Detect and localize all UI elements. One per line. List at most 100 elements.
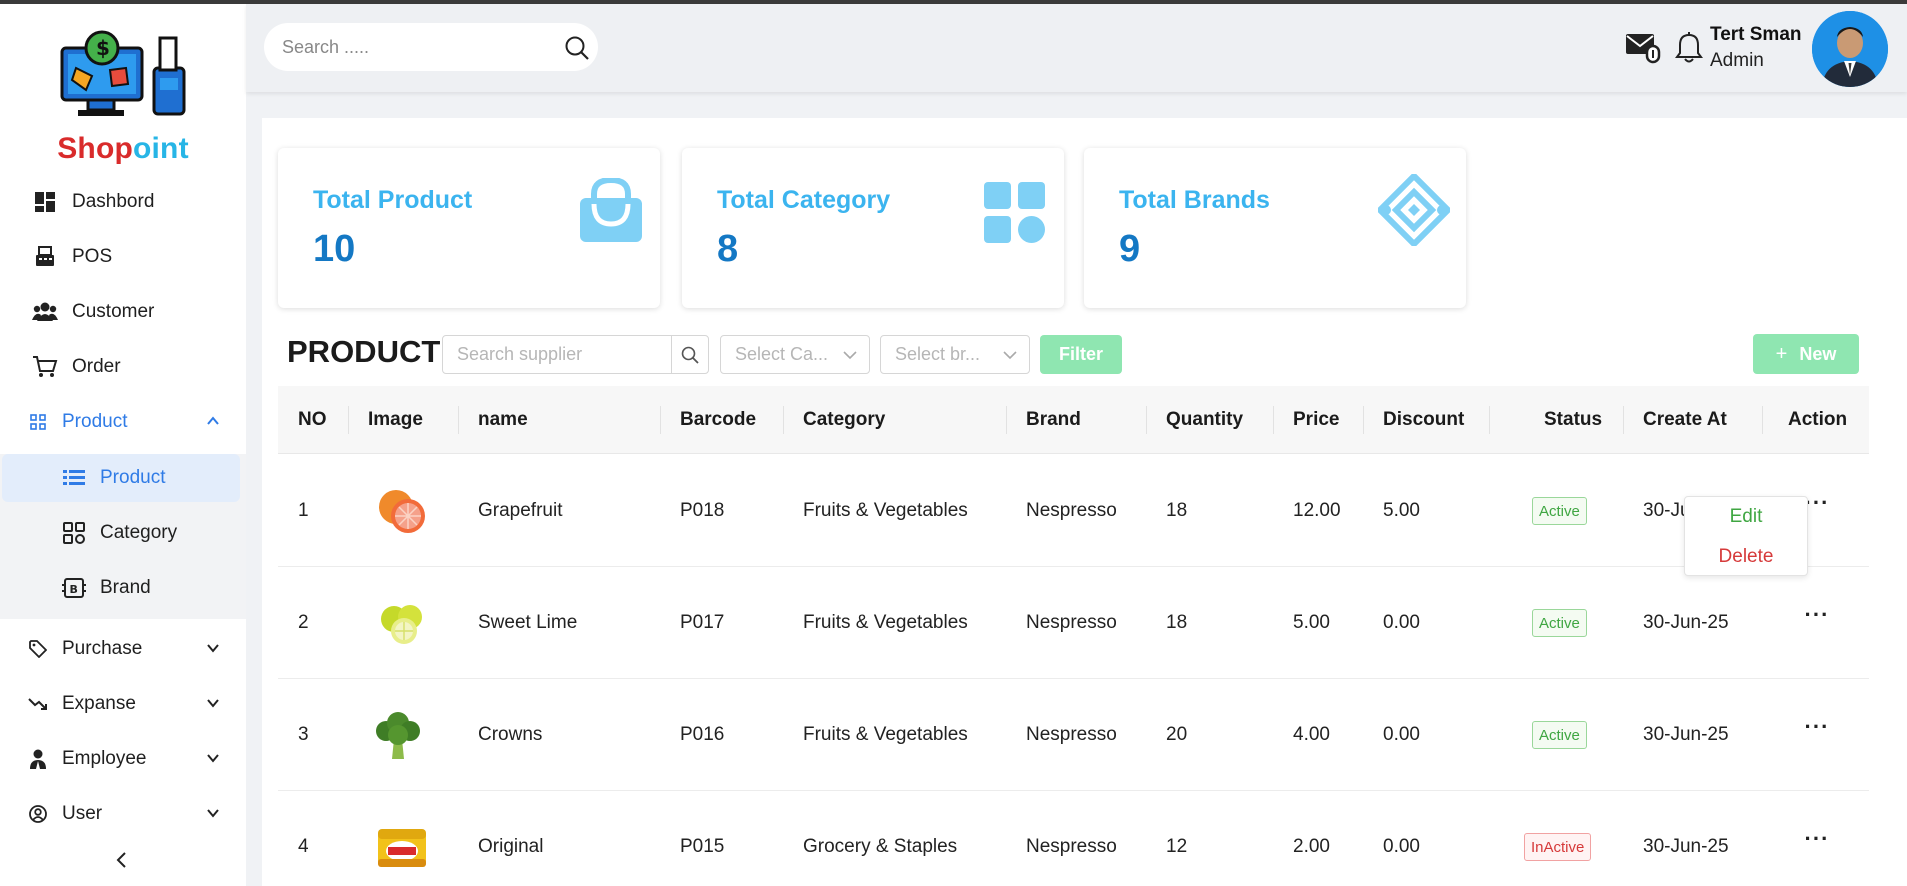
submenu-item-category[interactable]: Category: [2, 509, 240, 557]
column-header: Quantity: [1166, 409, 1244, 430]
chevron-down-icon: [207, 754, 219, 763]
cell-category: Grocery & Staples: [803, 836, 958, 857]
new-button-label: New: [1799, 343, 1837, 364]
packaged-food-image: [378, 829, 426, 867]
stat-card-total-brands: Total Brands 9: [1084, 148, 1466, 308]
stat-card-total-product: Total Product 10: [278, 148, 660, 308]
category-select-placeholder: Select Ca...: [735, 344, 829, 364]
cell-brand: Nespresso: [1026, 612, 1117, 633]
category-grid-icon: [984, 182, 1045, 243]
chevron-down-icon: [207, 644, 219, 653]
stat-card-total-category: Total Category 8: [682, 148, 1064, 308]
column-divider: [1762, 406, 1763, 434]
cell-barcode: P017: [680, 612, 725, 633]
brand-select-placeholder: Select br...: [895, 344, 981, 364]
avatar-photo-icon: [1812, 11, 1888, 87]
stat-title: Total Brands: [1119, 186, 1270, 214]
row-action-menu: Edit Delete: [1684, 496, 1808, 576]
stat-value: 10: [313, 228, 356, 270]
cell-created-at: 30-Jun-25: [1643, 836, 1729, 857]
filter-button[interactable]: Filter: [1040, 335, 1122, 374]
cell-name: Sweet Lime: [478, 612, 578, 633]
stat-value: 8: [717, 228, 739, 270]
brands-diamond-icon: [1378, 174, 1450, 246]
user-role: Admin: [1710, 50, 1764, 71]
user-circle-icon: [28, 801, 48, 827]
sidebar-item-employee[interactable]: Employee: [0, 737, 246, 781]
cell-barcode: P016: [680, 724, 725, 745]
cell-quantity: 20: [1166, 724, 1188, 745]
sidebar-item-order[interactable]: Order: [0, 345, 246, 389]
table-header: NO Image name Barcode Category Brand Qua…: [278, 386, 1869, 454]
new-product-button[interactable]: + New: [1753, 334, 1859, 374]
dashboard-icon: [32, 189, 58, 215]
delete-menu-item[interactable]: Delete: [1685, 537, 1807, 577]
page-title: PRODUCT: [287, 334, 441, 369]
edit-menu-item[interactable]: Edit: [1685, 497, 1807, 537]
category-select[interactable]: Select Ca...: [720, 335, 870, 374]
top-header: Tert Sman Admin: [246, 4, 1907, 92]
column-divider: [1273, 406, 1274, 434]
sidebar: $ Shopoint Dashbord POS Customer Order P…: [0, 4, 246, 886]
cell-discount: 0.00: [1383, 836, 1420, 857]
column-header: name: [478, 409, 528, 430]
svg-text:B: B: [70, 583, 78, 596]
status-badge: InActive: [1524, 833, 1592, 861]
row-actions-button[interactable]: ···: [1803, 826, 1831, 851]
table-row: 1 Grapefruit P018 Fruits & Vegetables Ne…: [278, 455, 1869, 567]
sidebar-item-product[interactable]: Product: [0, 400, 246, 444]
submenu-item-label: Brand: [100, 577, 151, 598]
supplier-search-input[interactable]: [443, 336, 671, 373]
cell-brand: Nespresso: [1026, 500, 1117, 521]
sidebar-item-label: Dashbord: [72, 191, 155, 212]
cell-quantity: 18: [1166, 612, 1188, 633]
bell-icon[interactable]: [1675, 32, 1703, 64]
sidebar-item-label: POS: [72, 246, 113, 267]
brand-icon: B: [62, 576, 86, 600]
collapse-sidebar-button[interactable]: [112, 850, 132, 870]
column-divider: [783, 406, 784, 434]
user-name: Tert Sman: [1710, 24, 1802, 45]
column-header: NO: [298, 409, 327, 430]
chevron-down-icon: [1003, 351, 1017, 360]
sidebar-item-expanse[interactable]: Expanse: [0, 682, 246, 726]
submenu-item-product[interactable]: Product: [2, 454, 240, 502]
broccoli-image: [376, 712, 420, 759]
column-header: Create At: [1643, 409, 1727, 430]
cell-no: 1: [298, 500, 309, 521]
sidebar-item-label: Expanse: [62, 693, 136, 714]
sidebar-item-purchase[interactable]: Purchase: [0, 627, 246, 671]
supplier-search-button[interactable]: [671, 336, 708, 373]
brand-select[interactable]: Select br...: [880, 335, 1030, 374]
cell-brand: Nespresso: [1026, 724, 1117, 745]
submenu-item-brand[interactable]: B Brand: [2, 564, 240, 612]
cell-no: 3: [298, 724, 309, 745]
sidebar-item-user[interactable]: User: [0, 792, 246, 836]
column-divider: [1489, 406, 1490, 434]
search-input[interactable]: [282, 36, 552, 58]
sidebar-item-dashboard[interactable]: Dashbord: [0, 180, 246, 224]
submenu-item-label: Product: [100, 467, 166, 488]
table-row: 2 Sweet Lime P017 Fruits & Vegetables Ne…: [278, 567, 1869, 679]
sidebar-item-label: Employee: [62, 748, 147, 769]
sidebar-item-label: Order: [72, 356, 121, 377]
submenu-item-label: Category: [100, 522, 178, 543]
search-icon[interactable]: [564, 35, 590, 61]
table-row: 3 Crowns P016 Fruits & Vegetables Nespre…: [278, 679, 1869, 791]
employee-icon: [28, 746, 48, 772]
column-header: Price: [1293, 409, 1340, 430]
chevron-down-icon: [207, 809, 219, 818]
column-header: Barcode: [680, 409, 757, 430]
avatar[interactable]: [1812, 11, 1888, 87]
table-row: 4 Original P015 Grocery & Staples Nespre…: [278, 791, 1869, 886]
sidebar-item-customer[interactable]: Customer: [0, 290, 246, 334]
column-header: Category: [803, 409, 886, 430]
cell-barcode: P018: [680, 500, 725, 521]
plus-icon: +: [1775, 342, 1788, 365]
sidebar-item-pos[interactable]: POS: [0, 235, 246, 279]
row-actions-button[interactable]: ···: [1803, 602, 1831, 627]
row-actions-button[interactable]: ···: [1803, 714, 1831, 739]
cell-name: Grapefruit: [478, 500, 563, 521]
column-divider: [660, 406, 661, 434]
mail-icon[interactable]: [1625, 30, 1661, 64]
